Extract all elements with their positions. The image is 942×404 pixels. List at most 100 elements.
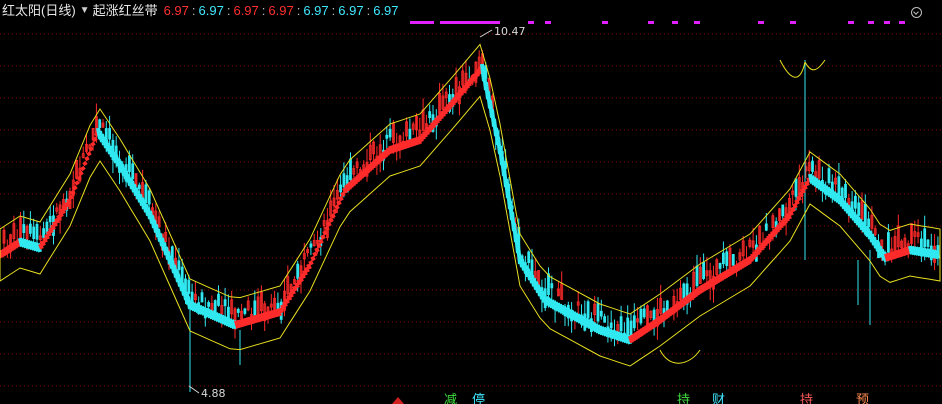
ribbon-segment: [332, 208, 338, 215]
ribbon-segment: [804, 180, 810, 187]
ribbon-segment: [322, 230, 328, 236]
triangle-down-icon[interactable]: ▼: [80, 0, 90, 22]
candle-body: [702, 261, 705, 279]
candle-body: [28, 223, 32, 234]
candlestick-series: [2, 50, 940, 392]
expand-menu-icon[interactable]: [911, 7, 922, 18]
ribbon-segment: [800, 187, 806, 194]
ribbon-segment: [796, 195, 802, 202]
candle-body: [764, 223, 768, 231]
signal-label-yu: 预: [856, 393, 869, 404]
candle-body: [200, 292, 204, 303]
ribbon-segment: [68, 194, 74, 201]
candle-body: [144, 184, 148, 204]
ribbon-segment: [318, 238, 324, 245]
candle-body: [253, 300, 257, 317]
ribbon-segment: [78, 170, 84, 176]
ribbon-segment: [90, 141, 96, 147]
candle-body: [844, 183, 847, 199]
stock-title[interactable]: 红太阳(日线): [0, 0, 76, 22]
signal-labels: 减 停 持 财 持 预: [444, 392, 869, 404]
ribbon-segment: [934, 249, 940, 260]
candle-body: [388, 128, 392, 138]
candle-body: [22, 224, 26, 234]
candle-body: [632, 315, 636, 329]
grid-lines: [0, 33, 942, 387]
ribbon-segment: [86, 151, 92, 157]
candle-body: [609, 322, 613, 329]
ribbon-segment: [788, 210, 794, 217]
candle-body: [309, 243, 313, 248]
candle-body: [349, 158, 352, 181]
ribbon-segment: [802, 184, 808, 191]
candle-body: [527, 251, 531, 263]
candle-body: [428, 111, 432, 118]
candle-body: [108, 128, 111, 140]
ribbon-segment: [336, 200, 342, 206]
candle-body: [207, 302, 211, 307]
ribbon-segment: [308, 260, 314, 266]
ribbon-segment: [66, 198, 72, 205]
ribbon-segment: [70, 190, 76, 196]
indicator-value-6: 6.97: [338, 3, 364, 18]
signal-arrow-icon: [392, 397, 404, 404]
candle-body: [547, 273, 550, 295]
candle-body: [926, 239, 930, 247]
candle-body: [722, 252, 725, 265]
ribbon-segment: [316, 242, 322, 249]
candle-body: [42, 228, 45, 238]
candle-body: [599, 310, 603, 317]
ribbon-segment: [82, 160, 88, 167]
candle-body: [550, 283, 554, 289]
candle-body: [781, 204, 785, 217]
indicator-value-7: 6.97: [373, 3, 399, 18]
candle-body: [137, 184, 141, 190]
candle-body: [217, 293, 220, 306]
indicator-value-1: 6.97: [163, 3, 189, 18]
candle-body: [867, 218, 870, 228]
low-price-label: 4.88: [201, 387, 226, 400]
candle-body: [887, 232, 890, 253]
ribbon-segment: [76, 175, 82, 181]
candle-body: [626, 317, 630, 336]
candle-body: [243, 308, 247, 314]
indicator-value-5: 6.97: [303, 3, 329, 18]
candle-body: [857, 202, 861, 216]
ribbon-segment: [72, 185, 78, 191]
candle-body: [619, 316, 623, 332]
low-price-marker: 4.88: [188, 385, 226, 400]
candle-body: [596, 303, 600, 322]
candle-body: [131, 163, 135, 180]
candle-body: [32, 226, 36, 240]
ribbon-segment: [80, 165, 86, 172]
candle-body: [811, 160, 814, 172]
ribbon-segment: [320, 234, 326, 240]
candle-body: [731, 253, 735, 266]
ribbon-segment: [306, 263, 312, 270]
candle-body: [187, 279, 191, 294]
candle-body: [127, 155, 131, 173]
candle-body: [837, 176, 841, 195]
candle-body: [296, 263, 300, 279]
signal-label-chi-red: 持: [800, 393, 813, 404]
candle-body: [725, 251, 729, 266]
candle-body: [854, 195, 857, 209]
ribbon-segment: [74, 180, 80, 186]
candle-body: [35, 223, 39, 240]
ribbon-segment: [792, 202, 798, 209]
candle-body: [236, 308, 240, 313]
ribbon-segment: [92, 136, 98, 142]
signal-label-ting: 停: [472, 392, 485, 404]
ribbon-segment: [312, 251, 318, 258]
ribbon-segment: [326, 221, 332, 228]
chart-canvas[interactable]: 10.47 4.88 减 停 持 财 持 预: [0, 0, 942, 404]
indicator-name[interactable]: 起涨红丝带: [93, 0, 158, 22]
signal-label-chi: 持: [677, 393, 690, 404]
ribbon-segment: [84, 156, 90, 162]
indicator-value-4: 6.97: [268, 3, 294, 18]
ribbon-segment: [310, 255, 316, 262]
ribbon-segment: [88, 146, 94, 152]
kline-chart-panel[interactable]: 10.47 4.88 减 停 持 财 持 预 红太阳(日线) ▼ 起涨红丝带 6…: [0, 0, 942, 404]
candle-body: [177, 260, 181, 270]
signal-label-jian: 减: [444, 393, 457, 404]
